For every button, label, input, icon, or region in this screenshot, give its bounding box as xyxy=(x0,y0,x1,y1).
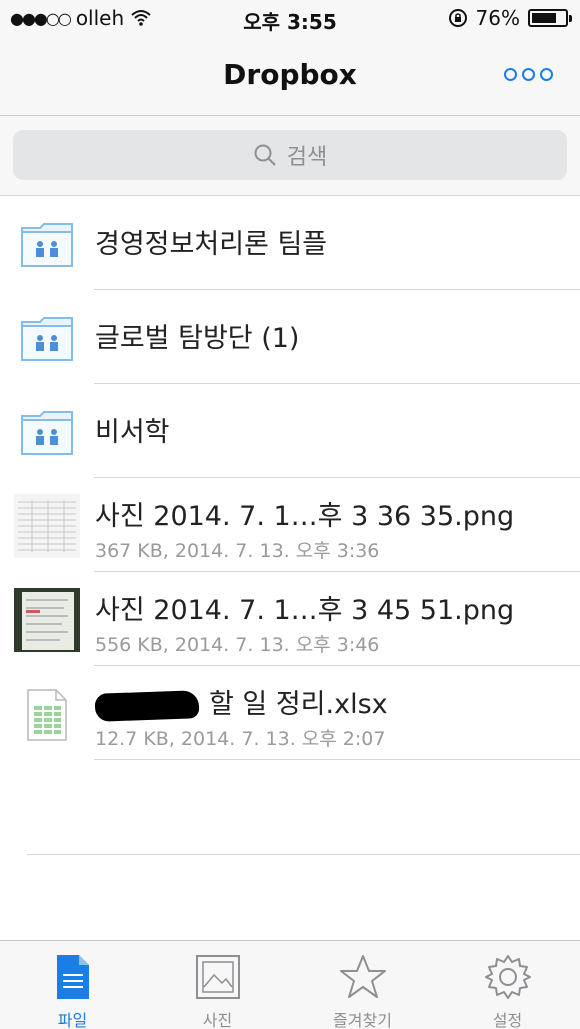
file-name: 할 일 정리.xlsx xyxy=(209,689,388,720)
file-name: 경영정보처리론 팀플 xyxy=(95,229,328,260)
divider xyxy=(27,854,580,855)
battery-percent: 76% xyxy=(475,6,520,30)
list-item[interactable]: 경영정보처리론 팀플 xyxy=(0,196,580,290)
file-meta: 367 KB, 2014. 7. 13. 오후 3:36 xyxy=(95,540,380,562)
file-name: 글로벌 탐방단 (1) xyxy=(95,323,300,354)
tab-label: 설정 xyxy=(492,1011,523,1029)
top-bar: ●●●○○ olleh 오후 3:55 76% Dropbox xyxy=(0,0,580,116)
file-meta: 12.7 KB, 2014. 7. 13. 오후 2:07 xyxy=(95,728,386,750)
tab-files[interactable]: 파일 xyxy=(0,941,145,1029)
battery-icon xyxy=(528,9,572,27)
list-item[interactable]: 글로벌 탐방단 (1) xyxy=(0,290,580,384)
image-thumbnail xyxy=(14,588,80,652)
file-icon xyxy=(56,955,89,999)
tab-label: 즐겨찾기 xyxy=(333,1011,392,1029)
search-placeholder: 검색 xyxy=(286,145,328,170)
more-dot xyxy=(504,67,517,81)
spreadsheet-icon xyxy=(27,689,67,741)
tab-label: 파일 xyxy=(57,1011,88,1029)
file-name-wrapper: 할 일 정리.xlsx xyxy=(94,682,388,722)
list-item[interactable]: 사진 2014. 7. 1…후 3 36 35.png 367 KB, 2014… xyxy=(0,478,580,572)
status-bar: ●●●○○ olleh 오후 3:55 76% xyxy=(0,0,580,38)
file-list: 경영정보처리론 팀플 글로벌 탐방단 (1) 비서학 사진 2014. 7. 1… xyxy=(0,196,580,760)
more-dot xyxy=(522,67,535,81)
gear-icon xyxy=(484,955,531,999)
page-title: Dropbox xyxy=(223,58,357,91)
tab-photos[interactable]: 사진 xyxy=(145,941,290,1029)
more-dot xyxy=(540,67,553,81)
file-name: 사진 2014. 7. 1…후 3 45 51.png xyxy=(95,595,515,626)
divider xyxy=(94,759,580,760)
shared-folder-icon xyxy=(21,223,73,267)
shared-folder-icon xyxy=(21,411,73,455)
shared-folder-icon xyxy=(21,317,73,361)
tab-favorites[interactable]: 즐겨찾기 xyxy=(290,941,435,1029)
star-icon xyxy=(339,955,386,998)
list-item[interactable]: 할 일 정리.xlsx 12.7 KB, 2014. 7. 13. 오후 2:0… xyxy=(0,666,580,760)
file-name: 비서학 xyxy=(95,417,170,448)
tab-settings[interactable]: 설정 xyxy=(435,941,580,1029)
search-area: 검색 xyxy=(0,116,580,196)
file-name: 사진 2014. 7. 1…후 3 36 35.png xyxy=(95,501,515,532)
list-item[interactable]: 비서학 xyxy=(0,384,580,478)
rotation-lock-icon xyxy=(448,9,467,27)
photo-icon xyxy=(195,955,240,999)
redaction-mark xyxy=(94,689,200,722)
search-icon xyxy=(254,144,276,166)
list-item[interactable]: 사진 2014. 7. 1…후 3 45 51.png 556 KB, 2014… xyxy=(0,572,580,666)
file-meta: 556 KB, 2014. 7. 13. 오후 3:46 xyxy=(95,634,380,656)
image-thumbnail xyxy=(14,494,80,558)
search-input[interactable]: 검색 xyxy=(13,130,567,180)
tab-bar: 파일 사진 즐겨찾기 설정 xyxy=(0,940,580,1029)
tab-label: 사진 xyxy=(202,1011,233,1029)
more-ellipsis-icon[interactable] xyxy=(504,62,554,86)
